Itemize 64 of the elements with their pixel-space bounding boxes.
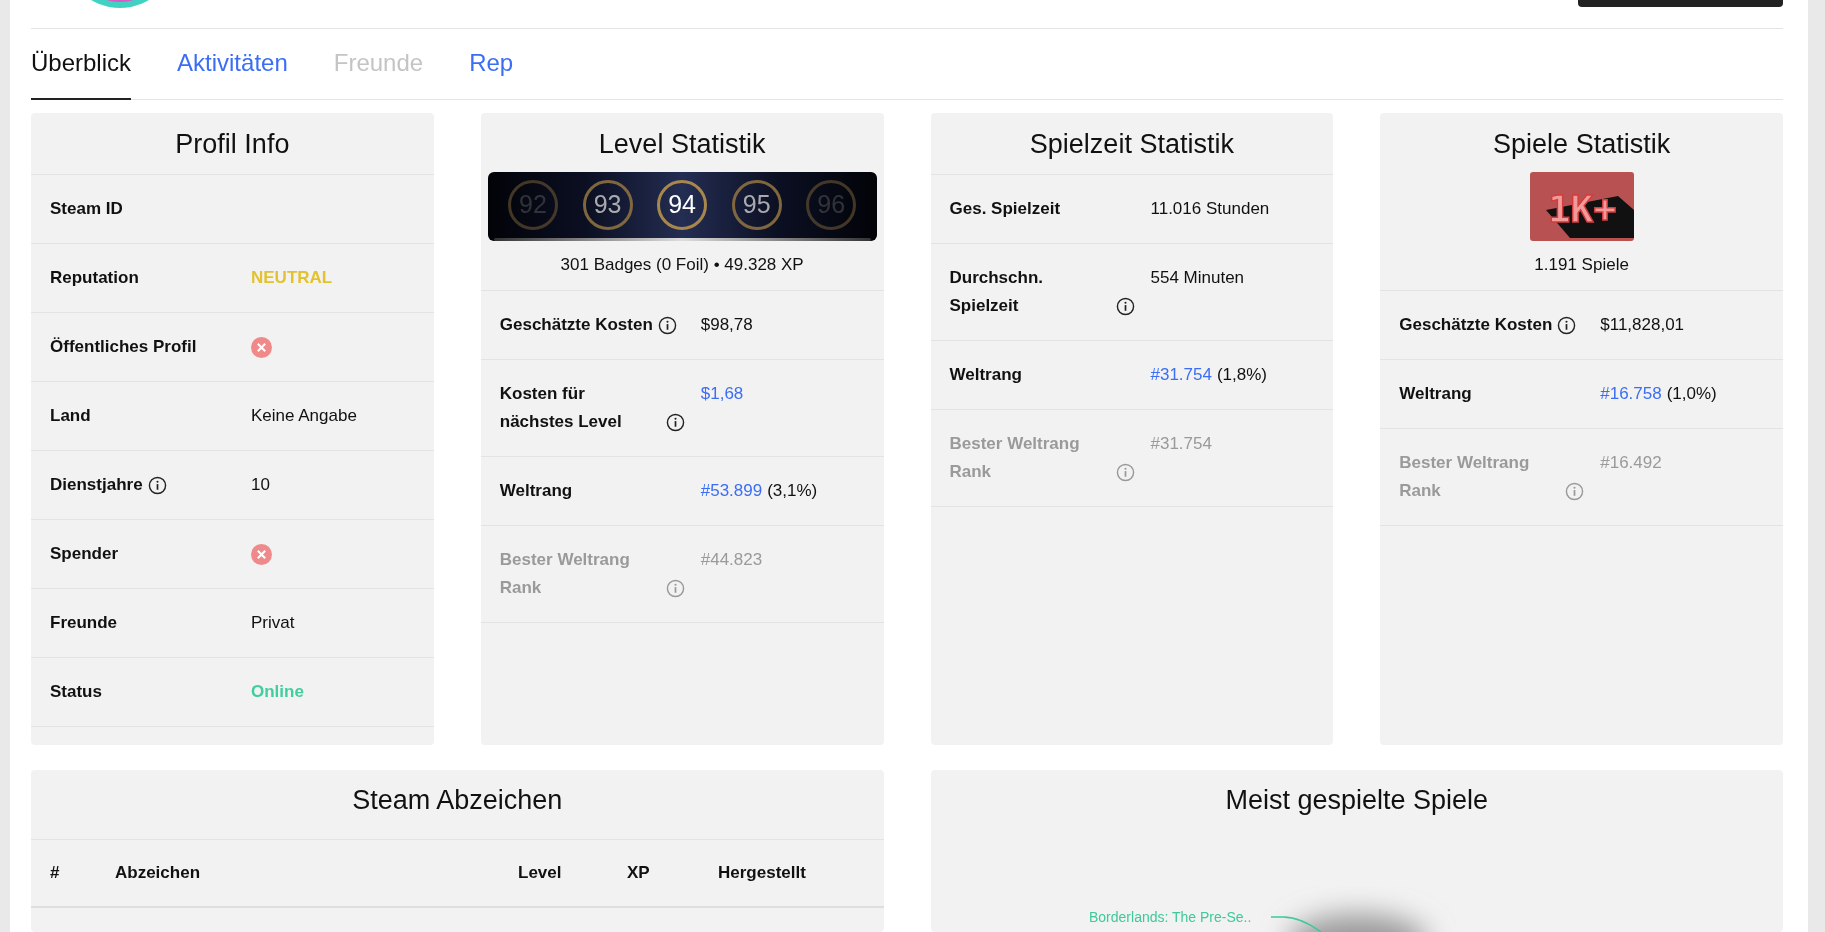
- card-title: Spielzeit Statistik: [1029, 129, 1234, 159]
- chart-label: Borderlands: The Pre-Se..: [1088, 909, 1251, 925]
- row-value: #31.754: [1150, 433, 1212, 455]
- row-label: Öffentliches Profil: [50, 336, 197, 358]
- tab[interactable]: Überblick: [31, 28, 132, 100]
- row-label: Freunde: [50, 612, 118, 634]
- card-title: Level Statistik: [598, 129, 766, 159]
- row-label: Status: [50, 681, 102, 703]
- status-text: Online: [251, 681, 304, 703]
- level-badge: 94: [657, 179, 708, 230]
- row-label: Spender: [50, 543, 119, 565]
- row-label: Geschätzte Kosten: [499, 314, 653, 336]
- rank-share: (1,0%): [1666, 383, 1717, 405]
- status-text: NEUTRAL: [251, 267, 333, 289]
- card-title: Spiele Statistik: [1493, 129, 1671, 159]
- row-value: 11.016 Stunden: [1150, 198, 1270, 220]
- rank-link[interactable]: #16.758: [1600, 380, 1662, 408]
- rank-link[interactable]: $1,68: [700, 380, 744, 408]
- info-icon[interactable]: [665, 413, 685, 432]
- games-badge-icon: 1K+: [1529, 172, 1634, 241]
- level-caption: 301 Badges (0 Foil) • 49.328 XP: [560, 254, 804, 276]
- level-badge: 95: [731, 179, 782, 230]
- tab[interactable]: Rep: [469, 28, 514, 100]
- row-label: Weltrang: [949, 364, 1022, 386]
- row-value: 554 Minuten: [1150, 267, 1245, 289]
- row-label: Bester Weltrang Rank: [1399, 452, 1531, 502]
- row-label: Kosten für nächstes Level: [499, 383, 623, 433]
- column-header: XP: [627, 862, 651, 884]
- rank-share: (1,8%): [1216, 364, 1268, 386]
- level-badge: 93: [582, 179, 633, 230]
- row-value: Privat: [251, 612, 295, 634]
- card-title: Meist gespielte Spiele: [1224, 784, 1490, 816]
- rank-link[interactable]: #53.899: [700, 477, 763, 505]
- row-label: Bester Weltrang Rank: [499, 549, 631, 599]
- row-value: Keine Angabe: [251, 405, 357, 427]
- row-value: 10: [251, 474, 270, 496]
- column-header: #: [50, 862, 61, 884]
- row-value: $11,828,01: [1600, 314, 1685, 336]
- row-label: Ges. Spielzeit: [949, 198, 1061, 220]
- rank-share: (3,1%): [767, 480, 818, 502]
- row-value: #16.492: [1600, 452, 1662, 474]
- info-icon[interactable]: [147, 476, 167, 495]
- info-icon[interactable]: [1557, 316, 1577, 335]
- row-label: Steam ID: [50, 198, 123, 220]
- info-icon[interactable]: [1115, 297, 1135, 316]
- games-count: 1.191 Spiele: [1534, 254, 1629, 276]
- row-label: Dienstjahre: [50, 474, 143, 496]
- column-header: Level: [518, 862, 563, 884]
- row-label: Geschätzte Kosten: [1399, 314, 1553, 336]
- row-label: Bester Weltrang Rank: [949, 433, 1081, 483]
- row-value: #44.823: [700, 549, 763, 571]
- tab[interactable]: Aktivitäten: [177, 28, 288, 100]
- rank-link[interactable]: #31.754: [1150, 361, 1212, 389]
- column-header: Abzeichen: [115, 862, 202, 884]
- card-title: Steam Abzeichen: [31, 770, 884, 840]
- card-title: Profil Info: [175, 129, 290, 159]
- column-header: Hergestellt: [718, 862, 807, 884]
- row-label: Durchschn. Spielzeit: [949, 267, 1045, 317]
- row-label: Reputation: [50, 267, 139, 289]
- row-value: $98,78: [700, 314, 753, 336]
- row-label: Weltrang: [1399, 383, 1472, 405]
- row-label: Weltrang: [499, 480, 573, 502]
- info-icon[interactable]: [657, 316, 677, 335]
- row-label: Land: [50, 405, 91, 427]
